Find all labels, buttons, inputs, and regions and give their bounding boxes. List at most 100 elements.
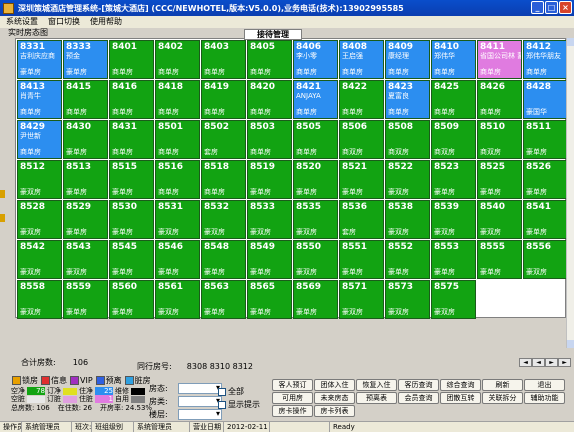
room-tile-8543[interactable]: 8543 豪双房 [63, 240, 108, 279]
room-tile-8550[interactable]: 8550 豪双房 [293, 240, 338, 279]
room-tile-8403[interactable]: 8403 商单房 [201, 40, 246, 79]
room-tile-8523[interactable]: 8523 豪单房 [431, 160, 476, 199]
room-tile-8541[interactable]: 8541 豪单房 [523, 200, 568, 239]
room-tile-8331[interactable]: 8331 吉利庆应商 豪单房 [17, 40, 62, 79]
action-button-1-2[interactable]: 预离表 [356, 392, 397, 404]
room-tile-8415[interactable]: 8415 商单房 [63, 80, 108, 119]
room-tile-8333[interactable]: 8333 预金 豪单房 [63, 40, 108, 79]
room-tile-8549[interactable]: 8549 豪单房 [247, 240, 292, 279]
show-tips-checkbox[interactable] [218, 400, 226, 409]
action-button-0-2[interactable]: 恢复入住 [356, 379, 397, 391]
action-button-0-4[interactable]: 综合查询 [440, 379, 481, 391]
room-tile-8532[interactable]: 8532 豪双房 [201, 200, 246, 239]
room-tile-8428[interactable]: 8428 豪国华 [523, 80, 568, 119]
room-tile-8408[interactable]: 8408 王启强 商单房 [339, 40, 384, 79]
room-tile-8526[interactable]: 8526 豪单房 [523, 160, 568, 199]
room-tile-8416[interactable]: 8416 商单房 [109, 80, 154, 119]
room-type-select[interactable] [178, 396, 222, 407]
room-tile-8506[interactable]: 8506 商双房 [339, 120, 384, 159]
action-button-2-1[interactable]: 房卡列表 [314, 405, 355, 417]
room-tile-8425[interactable]: 8425 商单房 [431, 80, 476, 119]
room-tile-8516[interactable]: 8516 商单房 [155, 160, 200, 199]
room-tile-8540[interactable]: 8540 豪双房 [477, 200, 522, 239]
tab-reception[interactable]: 接待管理 [244, 29, 302, 40]
action-button-1-4[interactable]: 团散互转 [440, 392, 481, 404]
room-tile-8525[interactable]: 8525 豪单房 [477, 160, 522, 199]
room-tile-8558[interactable]: 8558 豪双房 [17, 280, 62, 319]
first-page-button[interactable]: ◄ [519, 358, 532, 367]
room-tile-8503[interactable]: 8503 商单房 [247, 120, 292, 159]
room-tile-8551[interactable]: 8551 豪单房 [339, 240, 384, 279]
room-tile-8559[interactable]: 8559 豪单房 [63, 280, 108, 319]
room-tile-8418[interactable]: 8418 商单房 [155, 80, 200, 119]
last-page-button[interactable]: ► [558, 358, 571, 367]
room-tile-8406[interactable]: 8406 李小零 商单房 [293, 40, 338, 79]
all-checkbox[interactable] [218, 387, 226, 396]
room-tile-8513[interactable]: 8513 豪单房 [63, 160, 108, 199]
room-tile-8530[interactable]: 8530 豪单房 [109, 200, 154, 239]
room-tile-8535[interactable]: 8535 豪双房 [293, 200, 338, 239]
room-tile-8560[interactable]: 8560 豪单房 [109, 280, 154, 319]
left-expand-arrow-icon[interactable] [0, 190, 5, 198]
room-tile-8509[interactable]: 8509 商双房 [431, 120, 476, 159]
check-show-tips[interactable]: 显示提示 [218, 398, 260, 411]
room-tile-8539[interactable]: 8539 豪双房 [431, 200, 476, 239]
room-tile-8511[interactable]: 8511 豪单房 [523, 120, 568, 159]
room-tile-8510[interactable]: 8510 商双房 [477, 120, 522, 159]
room-tile-8401[interactable]: 8401 商单房 [109, 40, 154, 79]
room-tile-8501[interactable]: 8501 商单房 [155, 120, 200, 159]
room-tile-8431[interactable]: 8431 商单房 [109, 120, 154, 159]
room-tile-8502[interactable]: 8502 套房 [201, 120, 246, 159]
room-tile-8423[interactable]: 8423 夏富良 商单房 [385, 80, 430, 119]
action-button-0-1[interactable]: 团体入住 [314, 379, 355, 391]
menu-system-settings[interactable]: 系统设置 [6, 16, 38, 28]
room-tile-8430[interactable]: 8430 豪单房 [63, 120, 108, 159]
room-tile-8556[interactable]: 8556 豪双房 [523, 240, 568, 279]
room-tile-8508[interactable]: 8508 商双房 [385, 120, 430, 159]
action-button-1-5[interactable]: 关联拆分 [482, 392, 523, 404]
room-tile-8531[interactable]: 8531 豪双房 [155, 200, 200, 239]
scroll-up-icon[interactable] [567, 38, 574, 46]
action-button-1-1[interactable]: 未来房态 [314, 392, 355, 404]
prev-page-button[interactable]: ◄ [532, 358, 545, 367]
room-tile-8402[interactable]: 8402 商单房 [155, 40, 200, 79]
scroll-down-icon[interactable] [567, 340, 574, 348]
close-button[interactable]: × [559, 1, 572, 14]
room-tile-8405[interactable]: 8405 商单房 [247, 40, 292, 79]
room-tile-8563[interactable]: 8563 豪单房 [201, 280, 246, 319]
room-tile-8411[interactable]: 8411 省国公司林 蒙商单房 [477, 40, 522, 79]
room-tile-8529[interactable]: 8529 豪单房 [63, 200, 108, 239]
room-tile-8420[interactable]: 8420 商单房 [247, 80, 292, 119]
minimize-button[interactable]: _ [531, 1, 544, 14]
menu-help[interactable]: 使用帮助 [90, 16, 122, 28]
action-button-0-0[interactable]: 客人预订 [272, 379, 313, 391]
room-tile-8561[interactable]: 8561 豪双房 [155, 280, 200, 319]
floor-select[interactable] [178, 409, 222, 420]
room-tile-8548[interactable]: 8548 豪单房 [201, 240, 246, 279]
action-button-1-6[interactable]: 辅助功能 [524, 392, 565, 404]
room-tile-8505[interactable]: 8505 商单房 [293, 120, 338, 159]
check-all[interactable]: 全部 [218, 385, 260, 398]
room-tile-8553[interactable]: 8553 豪单房 [431, 240, 476, 279]
room-tile-8565[interactable]: 8565 豪单房 [247, 280, 292, 319]
room-tile-8573[interactable]: 8573 豪双房 [385, 280, 430, 319]
room-tile-8413[interactable]: 8413 肖青牛 商单房 [17, 80, 62, 119]
room-tile-8429[interactable]: 8429 尹世新 商单房 [17, 120, 62, 159]
room-tile-8522[interactable]: 8522 豪双房 [385, 160, 430, 199]
room-tile-8521[interactable]: 8521 豪单房 [339, 160, 384, 199]
next-page-button[interactable]: ► [545, 358, 558, 367]
room-tile-8409[interactable]: 8409 康经理 商单房 [385, 40, 430, 79]
room-tile-8520[interactable]: 8520 豪单房 [293, 160, 338, 199]
room-tile-8538[interactable]: 8538 豪双房 [385, 200, 430, 239]
room-tile-8533[interactable]: 8533 豪双房 [247, 200, 292, 239]
action-button-0-3[interactable]: 客历查询 [398, 379, 439, 391]
room-tile-8555[interactable]: 8555 豪单房 [477, 240, 522, 279]
room-tile-8421[interactable]: 8421 ANJAYA 商单房 [293, 80, 338, 119]
action-button-0-6[interactable]: 退出 [524, 379, 565, 391]
room-tile-8528[interactable]: 8528 豪双房 [17, 200, 62, 239]
left-expand-arrow-icon[interactable] [0, 214, 5, 222]
vertical-scrollbar[interactable] [566, 38, 574, 348]
room-tile-8519[interactable]: 8519 豪单房 [247, 160, 292, 199]
room-tile-8546[interactable]: 8546 豪单房 [155, 240, 200, 279]
room-tile-8536[interactable]: 8536 套房 [339, 200, 384, 239]
